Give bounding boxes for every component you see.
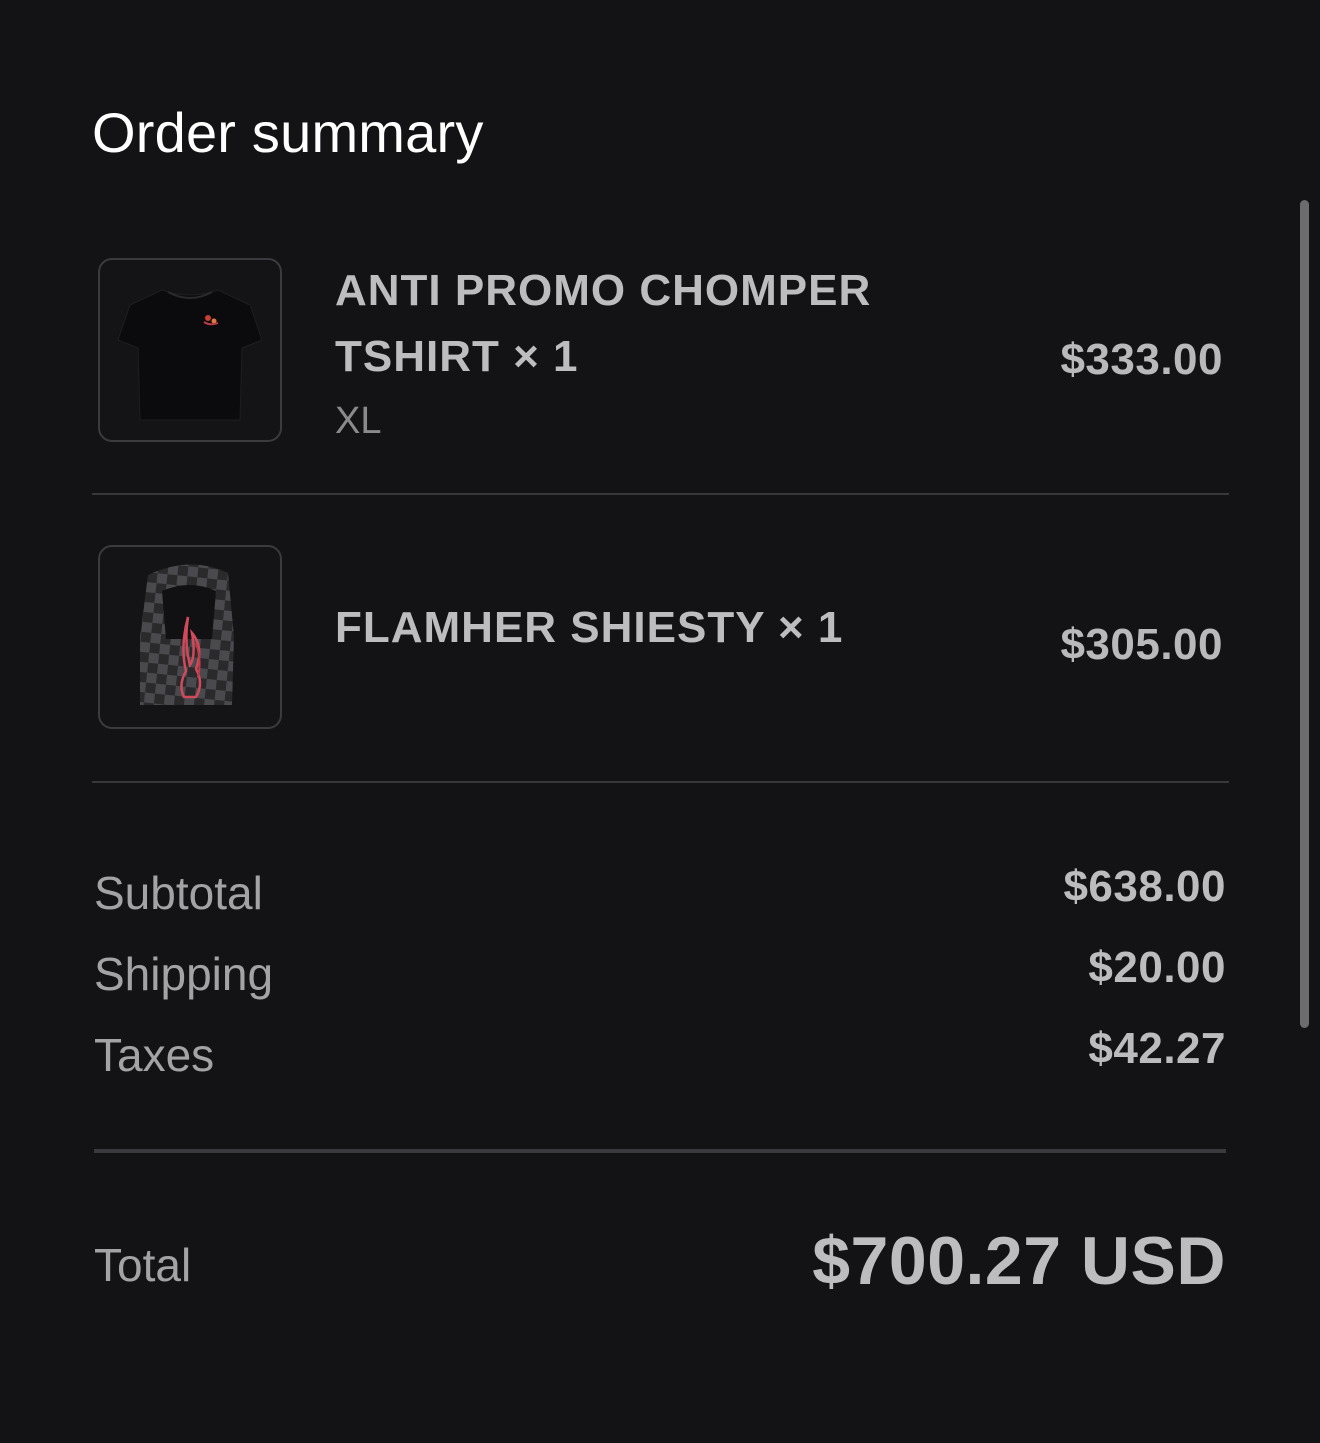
tshirt-image [117, 289, 263, 421]
item-price: $305.00 [1060, 620, 1223, 669]
taxes-value: $42.27 [1088, 1024, 1226, 1073]
shipping-value: $20.00 [1088, 943, 1226, 992]
total-value: $700.27 USD [812, 1223, 1226, 1299]
scrollbar[interactable] [1300, 200, 1309, 1028]
line-item: FLAMHER SHIESTY × 1 $305.00 [92, 545, 1229, 731]
item-price: $333.00 [1060, 335, 1223, 384]
taxes-label: Taxes [94, 1029, 215, 1081]
item-name: ANTI PROMO CHOMPER TSHIRT × 1 [335, 258, 871, 390]
checkered-hood-image [140, 564, 234, 705]
item-variant: XL [335, 400, 382, 442]
page-title: Order summary [92, 101, 484, 164]
item-name: FLAMHER SHIESTY × 1 [335, 603, 844, 652]
divider [92, 781, 1229, 783]
item-name-line1: ANTI PROMO CHOMPER [335, 266, 872, 315]
total-label: Total [94, 1239, 192, 1291]
subtotal-value: $638.00 [1063, 862, 1226, 911]
divider [92, 493, 1229, 495]
product-thumbnail-tshirt [98, 258, 282, 442]
product-thumbnail-hood [98, 545, 282, 729]
item-name-line2: TSHIRT × 1 [335, 332, 579, 381]
shipping-label: Shipping [94, 948, 274, 1000]
divider [94, 1149, 1226, 1153]
subtotal-label: Subtotal [94, 867, 263, 919]
line-item: ANTI PROMO CHOMPER TSHIRT × 1 XL $333.00 [92, 258, 1229, 444]
